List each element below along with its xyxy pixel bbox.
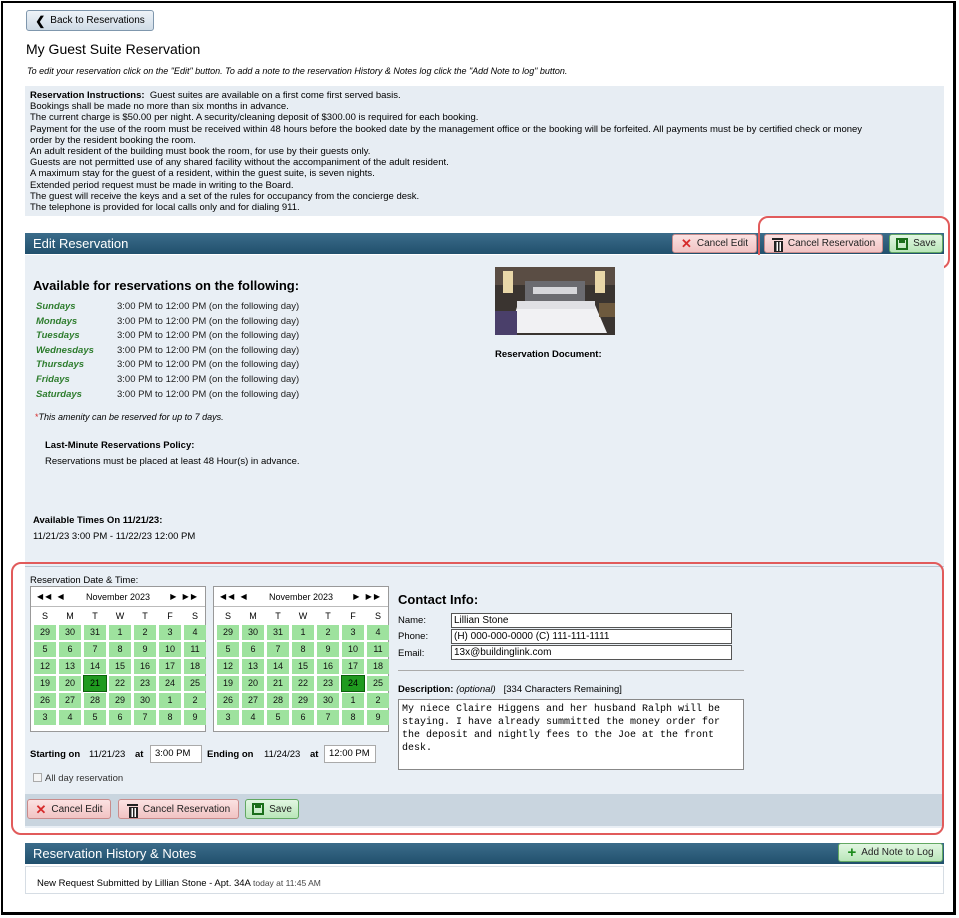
day-label: Saturdays	[36, 389, 82, 400]
instruction-line: Guests are not permitted use of any shar…	[30, 157, 449, 169]
amenity-note: *This amenity can be reserved for up to …	[35, 412, 224, 422]
guest-suite-photo	[495, 267, 615, 335]
instruction-line: The current charge is $50.00 per night. …	[30, 112, 479, 124]
day-time: 3:00 PM to 12:00 PM (on the following da…	[117, 345, 300, 356]
top-cancel-edit-button[interactable]: ✕ Cancel Edit	[672, 234, 757, 253]
bedroom-image	[495, 267, 615, 335]
close-icon: ✕	[680, 236, 692, 251]
back-to-reservations-button[interactable]: ❮ Back to Reservations	[26, 10, 154, 31]
instruction-line: Bookings shall be made no more than six …	[30, 101, 289, 113]
history-entry-text: New Request Submitted by Lillian Stone -…	[37, 878, 251, 889]
policy-text: Reservations must be placed at least 48 …	[45, 456, 300, 467]
day-time: 3:00 PM to 12:00 PM (on the following da…	[117, 374, 300, 385]
highlight-reservation-area	[11, 562, 944, 835]
available-times-value: 11/21/23 3:00 PM - 11/22/23 12:00 PM	[33, 531, 196, 542]
history-bar: Reservation History & Notes	[25, 843, 944, 864]
page-subtitle: To edit your reservation click on the "E…	[27, 66, 568, 76]
available-times-title: Available Times On 11/21/23:	[33, 515, 163, 526]
day-label: Sundays	[36, 301, 76, 312]
add-note-button[interactable]: + Add Note to Log	[838, 843, 943, 862]
instruction-line: A maximum stay for the guest of a reside…	[30, 168, 375, 180]
instruction-line: Extended period request must be made in …	[30, 179, 294, 191]
reservation-instructions: Reservation Instructions: Guest suites a…	[25, 86, 944, 216]
instruction-line: order by the resident booking the room.	[30, 134, 196, 146]
instruction-line: Guest suites are available on a first co…	[149, 90, 401, 101]
instructions-heading: Reservation Instructions:	[30, 90, 145, 101]
edit-reservation-title: Edit Reservation	[33, 236, 129, 251]
day-label: Wednesdays	[36, 345, 94, 356]
day-label: Fridays	[36, 374, 70, 385]
instruction-line: The telephone is provided for local call…	[30, 202, 300, 214]
history-title: Reservation History & Notes	[33, 846, 197, 861]
day-time: 3:00 PM to 12:00 PM (on the following da…	[117, 316, 300, 327]
history-entry: New Request Submitted by Lillian Stone -…	[37, 878, 321, 889]
day-time: 3:00 PM to 12:00 PM (on the following da…	[117, 301, 300, 312]
history-entry-time: today at 11:45 AM	[253, 878, 321, 888]
day-label: Thursdays	[36, 359, 85, 370]
page-title: My Guest Suite Reservation	[26, 41, 201, 57]
day-label: Tuesdays	[36, 330, 80, 341]
day-label: Mondays	[36, 316, 78, 327]
availability-title: Available for reservations on the follow…	[33, 278, 300, 293]
reservation-document-label: Reservation Document:	[495, 349, 602, 360]
instruction-line: An adult resident of the building must b…	[30, 146, 371, 158]
instruction-line: The guest will receive the keys and a se…	[30, 190, 420, 202]
instruction-line: Payment for the use of the room must be …	[30, 123, 863, 135]
day-time: 3:00 PM to 12:00 PM (on the following da…	[117, 389, 300, 400]
chevron-left-icon: ❮	[35, 13, 46, 28]
plus-icon: +	[847, 844, 857, 861]
day-time: 3:00 PM to 12:00 PM (on the following da…	[117, 359, 300, 370]
policy-title: Last-Minute Reservations Policy:	[45, 440, 195, 451]
day-time: 3:00 PM to 12:00 PM (on the following da…	[117, 330, 300, 341]
